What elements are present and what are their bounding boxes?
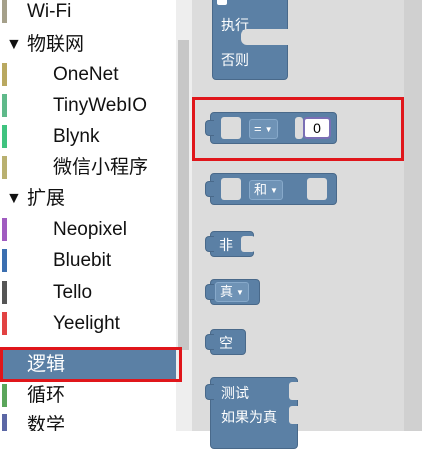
operator-dropdown[interactable]: 和 ▼ bbox=[249, 180, 283, 200]
output-tab bbox=[205, 181, 214, 197]
compare-block-highlight bbox=[192, 97, 404, 161]
logic-boolean-block[interactable]: 真 ▼ bbox=[205, 279, 260, 305]
scrollbar-thumb[interactable] bbox=[178, 40, 189, 350]
category-color-bar bbox=[2, 0, 7, 23]
category-color-bar bbox=[2, 312, 7, 335]
input-socket bbox=[289, 382, 303, 400]
category-label: 物联网 bbox=[27, 34, 85, 55]
caret-down-icon: ▼ bbox=[236, 287, 244, 297]
category-label: Tello bbox=[53, 282, 93, 303]
category-color-bar bbox=[2, 156, 7, 179]
category-color-bar bbox=[2, 94, 7, 117]
category-color-bar bbox=[2, 218, 7, 241]
null-label: 空 bbox=[219, 335, 233, 351]
logic-negate-block[interactable]: 非 bbox=[205, 231, 255, 257]
category-label: 微信小程序 bbox=[53, 157, 149, 178]
workspace-edge bbox=[404, 0, 422, 431]
boolean-dropdown[interactable]: 真 ▼ bbox=[215, 282, 249, 302]
input-socket bbox=[307, 178, 327, 200]
boolean-value: 真 bbox=[220, 284, 234, 299]
category-label: Neopixel bbox=[53, 219, 127, 240]
logic-null-block[interactable]: 空 bbox=[205, 329, 246, 355]
expand-arrow-icon[interactable]: ▼ bbox=[6, 30, 22, 59]
test-label: 测试 bbox=[221, 385, 249, 401]
operator-value: 和 bbox=[254, 182, 268, 197]
output-tab bbox=[205, 334, 214, 350]
statement-slot bbox=[241, 29, 301, 45]
output-tab bbox=[205, 384, 214, 400]
category-label: Blynk bbox=[53, 126, 100, 147]
category-label: 数学 bbox=[27, 415, 66, 431]
logic-operation-block[interactable]: 和 ▼ bbox=[205, 173, 337, 205]
then-label: 如果为真 bbox=[221, 409, 277, 425]
category-label: Yeelight bbox=[53, 313, 120, 334]
expand-arrow-icon[interactable]: ▼ bbox=[6, 184, 22, 213]
category-color-bar bbox=[2, 63, 7, 86]
output-tab bbox=[205, 236, 214, 252]
category-color-bar bbox=[2, 125, 7, 148]
block-flyout: 执行 否则 = ▼ 0 和 ▼ 非 真 ▼ 空 测试 如果为真 bbox=[192, 0, 404, 449]
category-color-bar bbox=[2, 249, 7, 272]
category-label: Bluebit bbox=[53, 250, 112, 271]
category-color-bar bbox=[2, 281, 7, 304]
else-label: 否则 bbox=[221, 52, 249, 68]
selected-category-highlight bbox=[0, 347, 182, 382]
category-color-bar bbox=[2, 414, 7, 431]
if-else-block[interactable]: 执行 否则 bbox=[212, 0, 301, 80]
caret-down-icon: ▼ bbox=[270, 185, 278, 195]
category-label: TinyWebIO bbox=[53, 95, 147, 116]
category-label: 循环 bbox=[27, 385, 66, 406]
input-socket bbox=[221, 178, 241, 200]
input-socket bbox=[289, 406, 303, 424]
category-label: 扩展 bbox=[27, 188, 66, 209]
input-socket bbox=[241, 236, 255, 252]
output-tab bbox=[205, 284, 214, 300]
category-label: Wi-Fi bbox=[27, 1, 72, 22]
negate-label: 非 bbox=[219, 237, 233, 253]
category-color-bar bbox=[2, 384, 7, 407]
logic-ternary-block[interactable]: 测试 如果为真 bbox=[205, 377, 303, 449]
category-label: OneNet bbox=[53, 64, 119, 85]
gear-icon[interactable] bbox=[217, 0, 227, 5]
